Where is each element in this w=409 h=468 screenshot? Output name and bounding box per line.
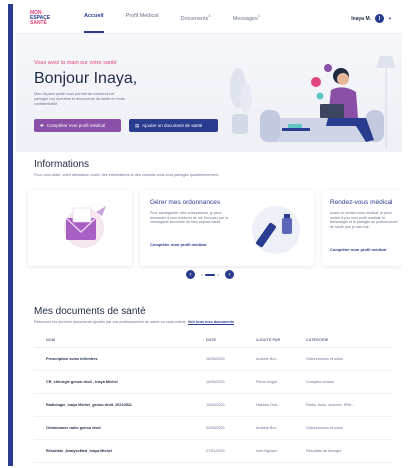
table-row[interactable]: Ordonnance radio genou droit 02/05/2021 …	[34, 417, 392, 440]
bottle-cap	[284, 214, 290, 218]
complete-profile-button[interactable]: ✚ Compléter mon profil médical	[34, 119, 121, 132]
informations-title: Informations	[34, 159, 90, 170]
hero-banner: Vous avez la main sur votre santé Bonjou…	[16, 34, 402, 152]
phone-icon	[288, 124, 302, 128]
user-avatar: I	[375, 14, 385, 23]
document-icon: ▤	[135, 122, 140, 128]
documents-table: NOM DATE AJOUTÉ PAR CATÉGORIE Prescripti…	[34, 332, 392, 463]
carousel-dots	[201, 273, 219, 276]
card-text: Pour sauvegarder mes ordonnances, je peu…	[150, 211, 228, 225]
card-link[interactable]: Compléter mon profil médical	[330, 247, 386, 252]
table-row[interactable]: Radiologie_Inaya Michel_genou droit_2021…	[34, 394, 392, 417]
home-page: MON ESPACE SANTÉ Accueil Profil Médical …	[16, 4, 402, 466]
laptop-icon	[320, 104, 344, 118]
add-document-button[interactable]: ▤ Ajouter un document de santé	[129, 119, 218, 132]
envelope-illustration	[64, 206, 106, 248]
user-name: Inaya M.	[351, 15, 372, 22]
prescription-illustration	[252, 206, 300, 254]
health-bubble-icon	[316, 92, 324, 100]
info-card-prescriptions[interactable]: Gérer mes ordonnances Pour sauvegarder m…	[140, 190, 314, 266]
informations-description: Pour vous aider, votre attestation covid…	[34, 173, 219, 177]
table-row[interactable]: Résultats_AnalyseMed_Inaya Michel 27/01/…	[34, 440, 392, 463]
illustration-bg	[252, 206, 300, 254]
card-title: Rendez-vous médical	[330, 199, 393, 206]
chevron-down-icon: ▼	[388, 16, 392, 21]
arrow-left-icon: ‹	[189, 271, 192, 278]
card-title: Gérer mes ordonnances	[150, 199, 221, 206]
side-table	[282, 128, 310, 131]
documents-description: Retrouvez les derniers documents ajoutés…	[34, 320, 235, 324]
table-header: NOM DATE AJOUTÉ PAR CATÉGORIE	[34, 332, 392, 348]
col-header-date[interactable]: DATE	[206, 338, 256, 342]
hero-tagline: Vous avez la main sur votre santé	[34, 60, 117, 66]
documents-badge: 4	[208, 13, 211, 19]
logo-line-3: SANTÉ	[30, 20, 47, 26]
user-icon: ✚	[40, 122, 44, 128]
carousel-dot[interactable]	[217, 273, 219, 276]
table-row[interactable]: CR_chirurgie genou droit - Inaya Michel …	[34, 371, 392, 394]
info-card-previous[interactable]	[28, 190, 132, 266]
nav-accueil[interactable]: Accueil	[84, 13, 104, 33]
nav-messages[interactable]: Messages1	[233, 13, 260, 24]
nav-profil-medical[interactable]: Profil Médical	[126, 13, 159, 24]
letter-icon	[72, 207, 92, 223]
carousel-next-button[interactable]: ›	[225, 270, 234, 279]
plant-leaf-icon	[240, 83, 252, 113]
info-carousel: Gérer mes ordonnances Pour sauvegarder m…	[28, 190, 402, 268]
plant-pot	[232, 114, 248, 134]
table-row[interactable]: Prescription soins infirmiers 16/06/2021…	[34, 348, 392, 371]
message-bubble-icon	[324, 64, 332, 72]
nav-documents[interactable]: Documents4	[181, 13, 211, 24]
left-accent-bar	[8, 4, 13, 466]
documents-title: Mes documents de santé	[34, 306, 146, 317]
hero-description: Mon espace santé vous permet de conserve…	[34, 92, 125, 106]
hero-greeting: Bonjour Inaya,	[34, 70, 138, 87]
top-header: MON ESPACE SANTÉ Accueil Profil Médical …	[16, 4, 402, 34]
card-link[interactable]: Compléter mon profil médical	[150, 242, 206, 247]
col-header-category[interactable]: CATÉGORIE	[306, 338, 392, 342]
carousel-dot[interactable]	[201, 273, 203, 276]
col-header-name[interactable]: NOM	[34, 338, 206, 342]
hero-illustration	[230, 56, 396, 148]
heart-bubble-icon	[311, 77, 321, 87]
card-text: Avant un rendez-vous médical, je peux me…	[330, 211, 398, 229]
lamp-shade	[376, 56, 396, 68]
app-logo[interactable]: MON ESPACE SANTÉ	[30, 11, 56, 26]
carousel-controls: ‹ ›	[186, 270, 234, 279]
arrow-right-icon: ›	[228, 271, 231, 278]
sofa-arm	[260, 110, 280, 142]
col-header-added-by[interactable]: AJOUTÉ PAR	[256, 338, 306, 342]
medicine-bottle-icon	[282, 218, 292, 234]
user-menu[interactable]: Inaya M. I ▼	[351, 14, 392, 23]
info-card-appointment[interactable]: Rendez-vous médical Avant un rendez-vous…	[322, 190, 402, 266]
person-face	[337, 73, 349, 85]
main-nav: Accueil Profil Médical Documents4 Messag…	[84, 13, 351, 33]
messages-badge: 1	[257, 13, 260, 19]
carousel-dot-active[interactable]	[205, 273, 215, 276]
see-all-documents-link[interactable]: Voir tous mes documents	[188, 320, 234, 324]
carousel-prev-button[interactable]: ‹	[186, 270, 195, 279]
